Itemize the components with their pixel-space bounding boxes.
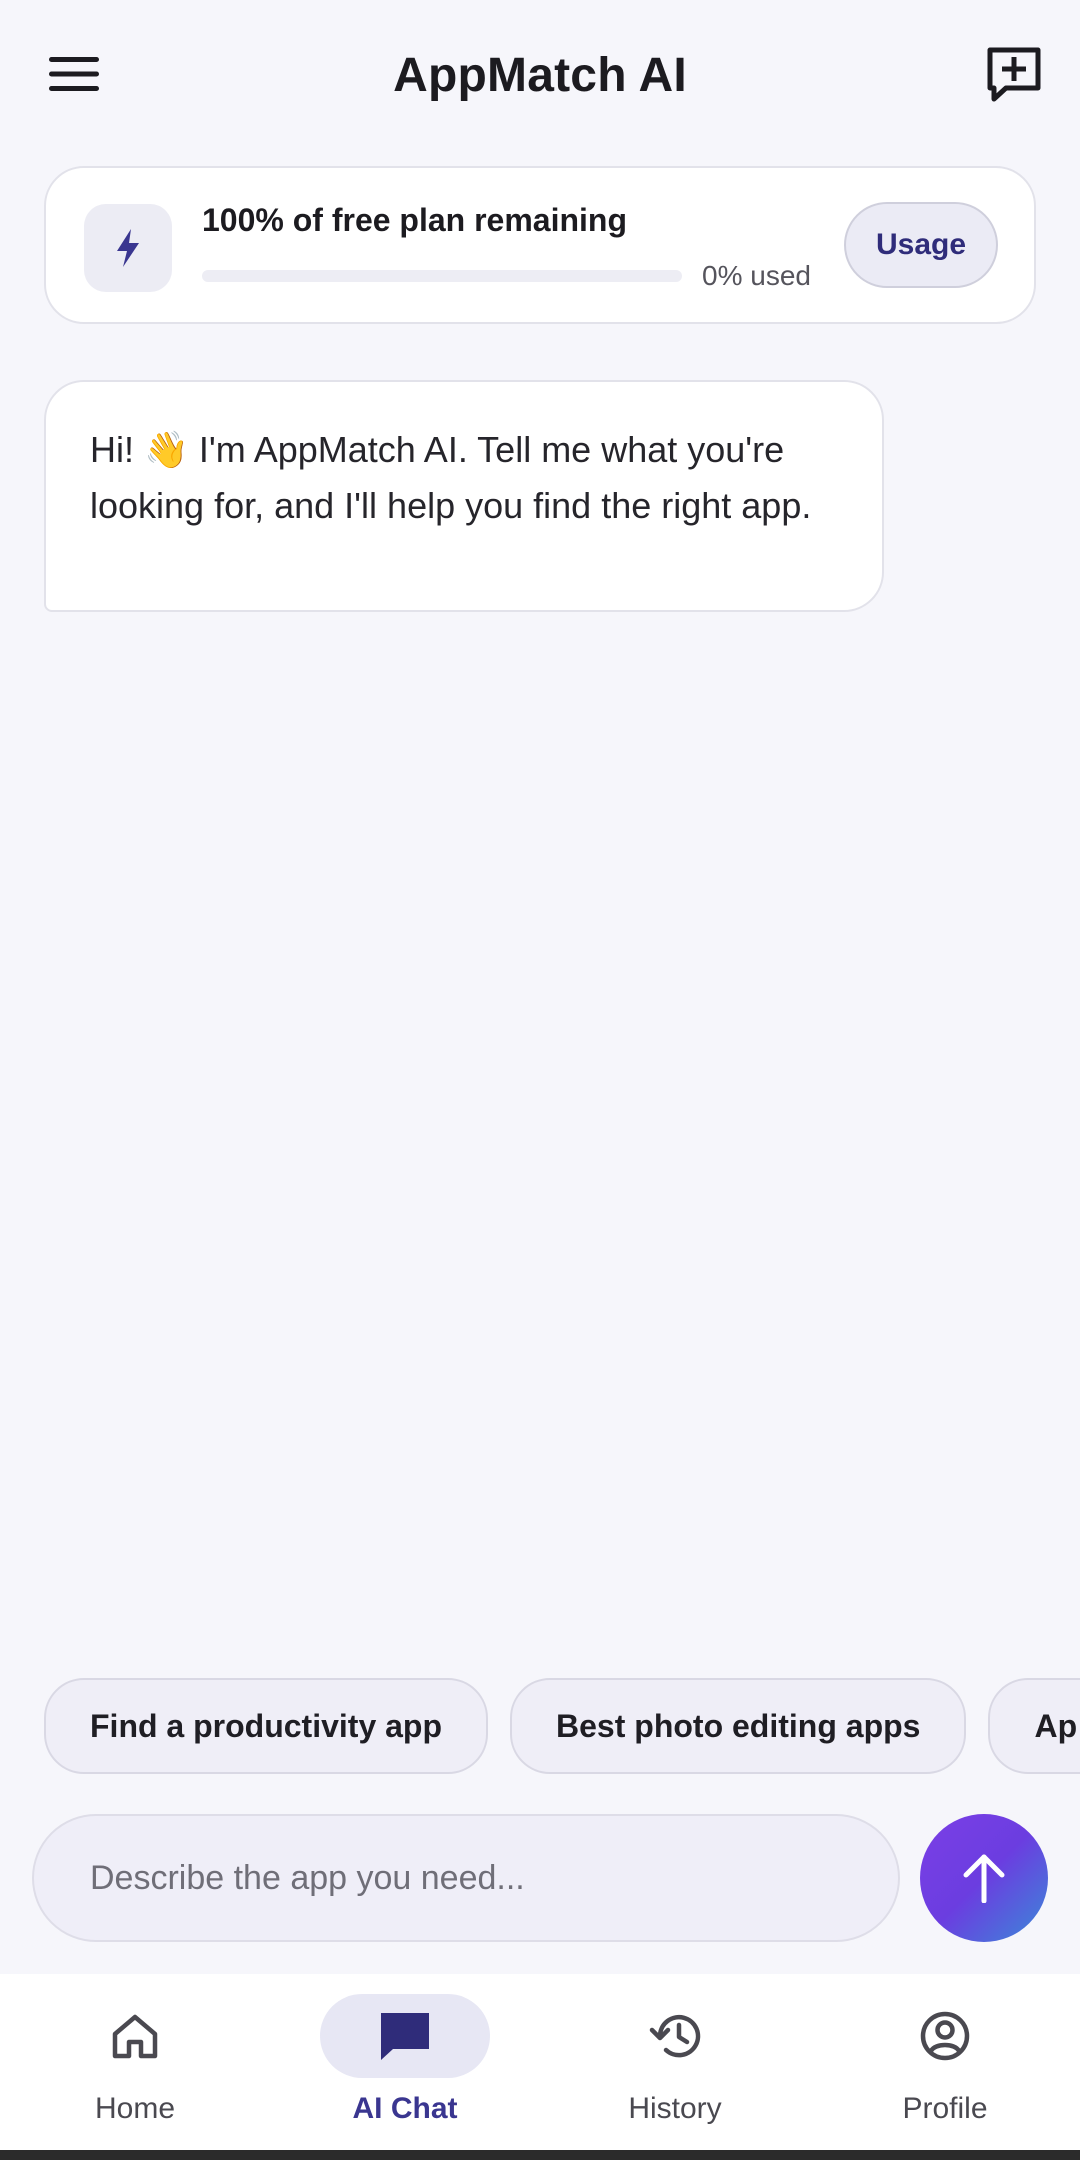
nav-label: Home bbox=[94, 2092, 176, 2125]
suggestion-chip[interactable]: Ap bbox=[988, 1678, 1080, 1774]
bottom-navigation: Home AI Chat History Profile bbox=[0, 1974, 1080, 2150]
usage-button[interactable]: Usage bbox=[844, 202, 998, 288]
nav-label: Profile bbox=[902, 2092, 988, 2125]
usage-progress-bar bbox=[202, 270, 682, 282]
usage-percent-label: 0% used bbox=[702, 260, 811, 291]
nav-item-history[interactable]: History bbox=[540, 1974, 810, 2150]
nav-item-profile[interactable]: Profile bbox=[810, 1974, 1080, 2150]
new-chat-button[interactable] bbox=[974, 34, 1054, 114]
profile-icon bbox=[920, 2011, 970, 2061]
system-nav-bar bbox=[0, 2150, 1080, 2160]
top-app-bar: AppMatch AI bbox=[0, 0, 1080, 150]
history-icon bbox=[649, 2014, 701, 2058]
menu-button[interactable] bbox=[34, 34, 114, 114]
nav-item-home[interactable]: Home bbox=[0, 1974, 270, 2150]
usage-card: 100% of free plan remaining 0% used Usag… bbox=[44, 166, 1036, 324]
bolt-badge bbox=[84, 204, 172, 292]
page-title: AppMatch AI bbox=[393, 48, 687, 102]
nav-label: History bbox=[628, 2092, 722, 2125]
suggestion-chips: Find a productivity app Best photo editi… bbox=[44, 1678, 1080, 1774]
add-chat-icon bbox=[987, 47, 1041, 102]
suggestion-chip[interactable]: Best photo editing apps bbox=[510, 1678, 967, 1774]
usage-title: 100% of free plan remaining bbox=[202, 202, 628, 238]
home-icon bbox=[112, 2014, 158, 2059]
chat-icon bbox=[381, 2013, 429, 2060]
assistant-message-bubble: Hi! 👋 I'm AppMatch AI. Tell me what you'… bbox=[44, 380, 884, 612]
chat-input[interactable] bbox=[32, 1814, 900, 1942]
arrow-up-icon bbox=[963, 1854, 1005, 1903]
nav-label: AI Chat bbox=[352, 2092, 458, 2125]
suggestion-chip[interactable]: Find a productivity app bbox=[44, 1678, 489, 1774]
nav-item-ai-chat[interactable]: AI Chat bbox=[270, 1974, 540, 2150]
hamburger-menu-icon bbox=[49, 57, 99, 91]
send-button[interactable] bbox=[920, 1814, 1048, 1942]
bolt-icon bbox=[117, 229, 139, 267]
